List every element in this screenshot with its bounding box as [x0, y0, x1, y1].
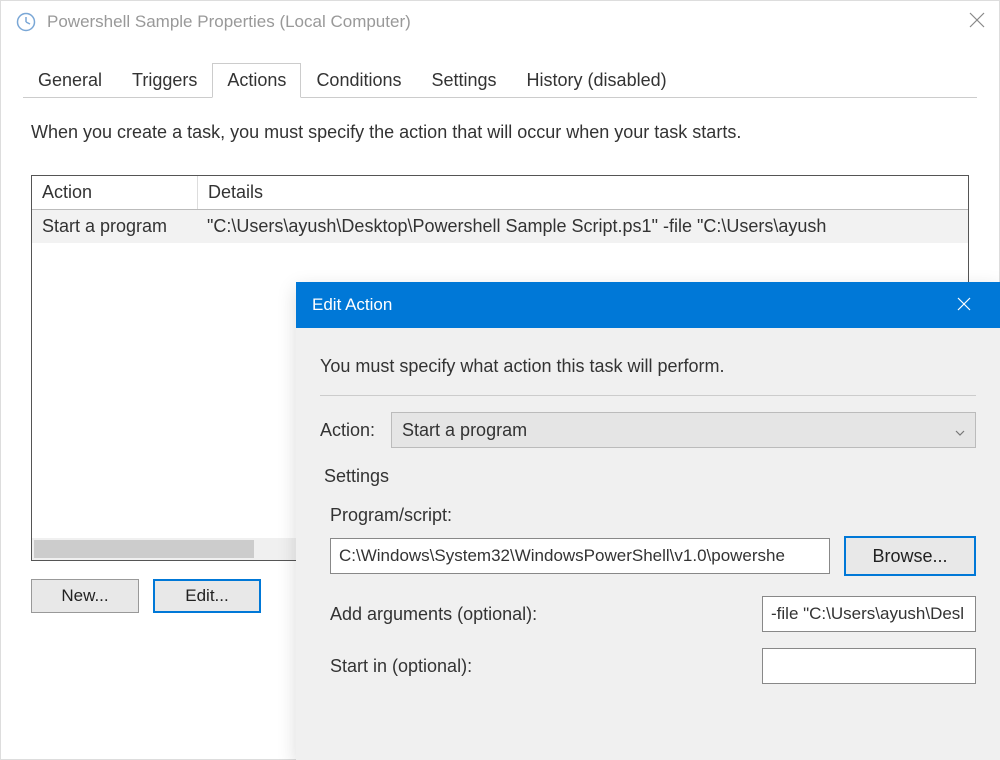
program-label: Program/script:: [330, 505, 976, 526]
close-icon[interactable]: [944, 294, 984, 317]
child-body: You must specify what action this task w…: [296, 328, 1000, 684]
child-titlebar: Edit Action: [296, 282, 1000, 328]
intro-text: When you create a task, you must specify…: [1, 98, 999, 161]
edit-action-dialog: Edit Action You must specify what action…: [296, 282, 1000, 760]
tab-conditions[interactable]: Conditions: [301, 63, 416, 97]
action-row: Action: Start a program: [320, 412, 976, 448]
startin-input[interactable]: [762, 648, 976, 684]
startin-label: Start in (optional):: [330, 656, 762, 677]
clock-icon: [15, 11, 37, 33]
arguments-row: Add arguments (optional):: [330, 596, 976, 632]
parent-title: Powershell Sample Properties (Local Comp…: [47, 12, 969, 32]
divider: [320, 395, 976, 396]
action-value: Start a program: [402, 420, 527, 441]
action-select[interactable]: Start a program: [391, 412, 976, 448]
prompt: You must specify what action this task w…: [320, 356, 976, 377]
child-title: Edit Action: [312, 295, 944, 315]
cell-action: Start a program: [32, 210, 197, 243]
tab-general[interactable]: General: [23, 63, 117, 97]
tab-triggers[interactable]: Triggers: [117, 63, 212, 97]
arguments-input[interactable]: [762, 596, 976, 632]
cell-details: "C:\Users\ayush\Desktop\Powershell Sampl…: [197, 210, 968, 243]
startin-row: Start in (optional):: [330, 648, 976, 684]
arguments-label: Add arguments (optional):: [330, 604, 762, 625]
program-input[interactable]: [330, 538, 830, 574]
scrollbar-thumb[interactable]: [34, 540, 254, 558]
table-row[interactable]: Start a program "C:\Users\ayush\Desktop\…: [32, 210, 968, 243]
browse-button[interactable]: Browse...: [844, 536, 976, 576]
close-icon[interactable]: [969, 11, 985, 34]
program-row: Browse...: [330, 536, 976, 576]
action-label: Action:: [320, 420, 375, 441]
table-header: Action Details: [32, 176, 968, 210]
col-details[interactable]: Details: [197, 176, 968, 209]
parent-titlebar: Powershell Sample Properties (Local Comp…: [1, 1, 999, 43]
tab-settings[interactable]: Settings: [417, 63, 512, 97]
tabs: General Triggers Actions Conditions Sett…: [23, 63, 977, 98]
tab-history[interactable]: History (disabled): [512, 63, 682, 97]
settings-block: Program/script: Browse... Add arguments …: [330, 505, 976, 684]
tab-actions[interactable]: Actions: [212, 63, 301, 98]
col-action[interactable]: Action: [32, 176, 197, 209]
new-button[interactable]: New...: [31, 579, 139, 613]
chevron-down-icon: [955, 420, 965, 441]
edit-button[interactable]: Edit...: [153, 579, 261, 613]
tabs-container: General Triggers Actions Conditions Sett…: [1, 43, 999, 98]
settings-label: Settings: [324, 466, 976, 487]
